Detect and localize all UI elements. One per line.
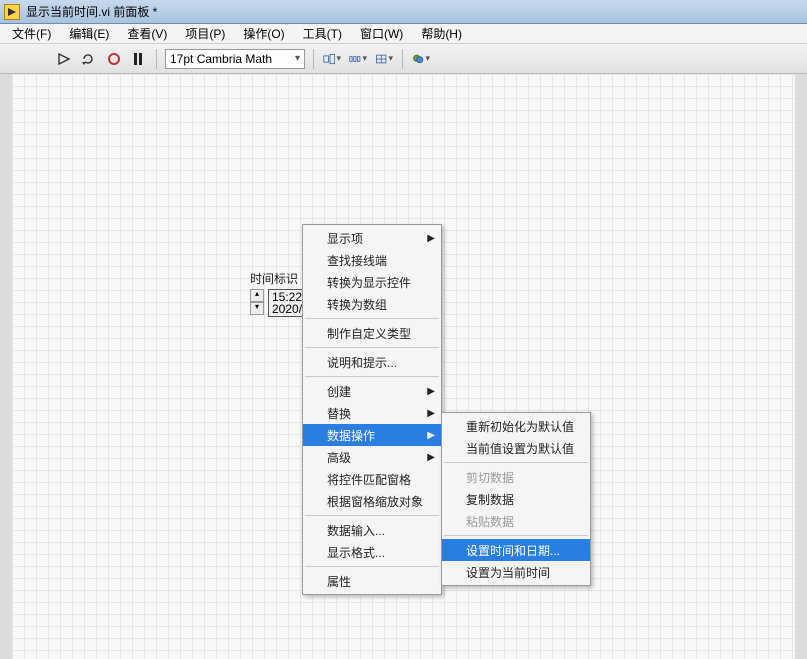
menu-view[interactable]: 查看(V) <box>119 23 175 44</box>
menu-item[interactable]: 数据操作▶ <box>303 424 441 446</box>
menu-item[interactable]: 根据窗格缩放对象 <box>303 490 441 512</box>
menu-item[interactable]: 将控件匹配窗格 <box>303 468 441 490</box>
spin-up[interactable]: ▴ <box>250 289 264 302</box>
font-selector-text: 17pt Cambria Math <box>170 52 272 66</box>
menu-item[interactable]: 属性 <box>303 570 441 592</box>
menu-separator <box>444 462 588 463</box>
menu-item[interactable]: 数据输入... <box>303 519 441 541</box>
menu-separator <box>305 376 439 377</box>
menubar: 文件(F) 编辑(E) 查看(V) 项目(P) 操作(O) 工具(T) 窗口(W… <box>0 24 807 44</box>
menu-item[interactable]: 说明和提示... <box>303 351 441 373</box>
reorder-tool[interactable]: ▾ <box>411 49 431 69</box>
menu-item[interactable]: 显示项▶ <box>303 227 441 249</box>
chevron-down-icon: ▾ <box>295 53 300 64</box>
menu-item[interactable]: 高级▶ <box>303 446 441 468</box>
toolbar: 17pt Cambria Math ▾ ▾ ▾ ▾ ▾ <box>0 44 807 74</box>
menu-item[interactable]: 显示格式... <box>303 541 441 563</box>
vertical-scrollbar[interactable] <box>795 74 807 659</box>
submenu-arrow-icon: ▶ <box>427 408 435 419</box>
menu-separator <box>305 515 439 516</box>
menu-item[interactable]: 制作自定义类型 <box>303 322 441 344</box>
resize-tool[interactable]: ▾ <box>374 49 394 69</box>
menu-item[interactable]: 查找接线端 <box>303 249 441 271</box>
menu-item: 剪切数据 <box>442 466 590 488</box>
app-icon <box>4 4 20 20</box>
submenu-arrow-icon: ▶ <box>427 430 435 441</box>
spin-down[interactable]: ▾ <box>250 302 264 315</box>
chevron-down-icon: ▾ <box>336 53 341 64</box>
font-selector[interactable]: 17pt Cambria Math ▾ <box>165 49 305 69</box>
context-submenu-data-operations: 重新初始化为默认值当前值设置为默认值剪切数据复制数据粘贴数据设置时间和日期...… <box>441 412 591 586</box>
menu-item[interactable]: 复制数据 <box>442 488 590 510</box>
menu-item[interactable]: 当前值设置为默认值 <box>442 437 590 459</box>
menu-separator <box>444 535 588 536</box>
chevron-down-icon: ▾ <box>362 53 367 64</box>
spin-buttons[interactable]: ▴ ▾ <box>250 289 264 315</box>
menu-item[interactable]: 创建▶ <box>303 380 441 402</box>
menu-item: 粘贴数据 <box>442 510 590 532</box>
pause-button[interactable] <box>128 49 148 69</box>
context-menu: 显示项▶查找接线端转换为显示控件转换为数组制作自定义类型说明和提示... 创建▶替… <box>302 224 442 595</box>
align-tool[interactable]: ▾ <box>322 49 342 69</box>
submenu-arrow-icon: ▶ <box>427 386 435 397</box>
menu-separator <box>305 318 439 319</box>
menu-item[interactable]: 转换为数组 <box>303 293 441 315</box>
menu-item[interactable]: 重新初始化为默认值 <box>442 415 590 437</box>
menu-item[interactable]: 转换为显示控件 <box>303 271 441 293</box>
run-button[interactable] <box>54 49 74 69</box>
menu-separator <box>305 566 439 567</box>
menu-file[interactable]: 文件(F) <box>4 23 59 44</box>
submenu-arrow-icon: ▶ <box>427 452 435 463</box>
menu-window[interactable]: 窗口(W) <box>352 23 411 44</box>
menu-item[interactable]: 设置为当前时间 <box>442 561 590 583</box>
menu-separator <box>305 347 439 348</box>
menu-project[interactable]: 项目(P) <box>177 23 233 44</box>
submenu-arrow-icon: ▶ <box>427 233 435 244</box>
titlebar: 显示当前时间.vi 前面板 * <box>0 0 807 24</box>
menu-help[interactable]: 帮助(H) <box>413 23 470 44</box>
chevron-down-icon: ▾ <box>425 53 430 64</box>
menu-item[interactable]: 设置时间和日期... <box>442 539 590 561</box>
menu-item[interactable]: 替换▶ <box>303 402 441 424</box>
menu-edit[interactable]: 编辑(E) <box>61 23 117 44</box>
run-continuous-button[interactable] <box>78 49 98 69</box>
abort-button[interactable] <box>104 49 124 69</box>
window-title: 显示当前时间.vi 前面板 * <box>26 3 157 20</box>
menu-tools[interactable]: 工具(T) <box>295 23 350 44</box>
menu-operate[interactable]: 操作(O) <box>235 23 292 44</box>
distribute-tool[interactable]: ▾ <box>348 49 368 69</box>
chevron-down-icon: ▾ <box>388 53 393 64</box>
